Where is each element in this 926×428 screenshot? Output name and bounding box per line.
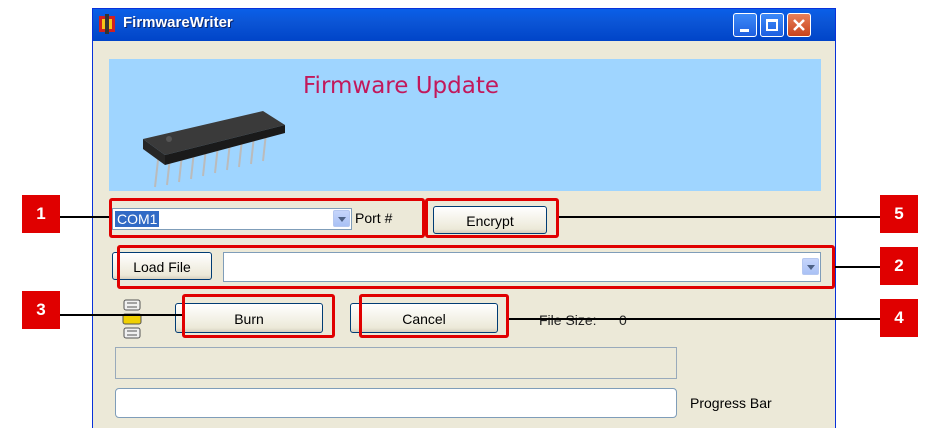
- app-icon: [99, 14, 115, 34]
- file-size-value: 0: [619, 312, 627, 328]
- banner-title: Firmware Update: [303, 73, 500, 99]
- callout-line-1: [60, 216, 109, 218]
- highlight-load-file: [117, 245, 835, 289]
- annotation-badge-5: 5: [880, 195, 918, 233]
- minimize-button[interactable]: [733, 13, 757, 37]
- close-button[interactable]: [787, 13, 811, 37]
- callout-line-3: [60, 314, 182, 316]
- annotation-badge-4: 4: [880, 299, 918, 337]
- maximize-icon: [766, 19, 778, 31]
- close-icon: [793, 19, 805, 31]
- highlight-port-select: [109, 198, 425, 238]
- ic-chip-image: [143, 111, 285, 188]
- title-bar[interactable]: FirmwareWriter: [93, 9, 835, 41]
- minimize-icon: [740, 29, 749, 32]
- window-title: FirmwareWriter: [123, 14, 233, 31]
- annotation-badge-2: 2: [880, 247, 918, 285]
- connector-icon: [122, 299, 142, 339]
- highlight-cancel: [359, 294, 509, 338]
- highlight-burn: [182, 294, 335, 338]
- maximize-button[interactable]: [760, 13, 784, 37]
- callout-line-4: [509, 318, 881, 320]
- progress-label: Progress Bar: [690, 395, 772, 411]
- highlight-encrypt: [425, 198, 559, 238]
- callout-line-5: [559, 216, 881, 218]
- annotation-badge-3: 3: [22, 291, 60, 329]
- banner: Firmware Update: [109, 59, 821, 191]
- file-size-label: File Size:: [539, 312, 597, 328]
- status-box: [115, 347, 677, 379]
- annotation-badge-1: 1: [22, 195, 60, 233]
- callout-line-2: [835, 266, 881, 268]
- progress-bar: [115, 388, 677, 418]
